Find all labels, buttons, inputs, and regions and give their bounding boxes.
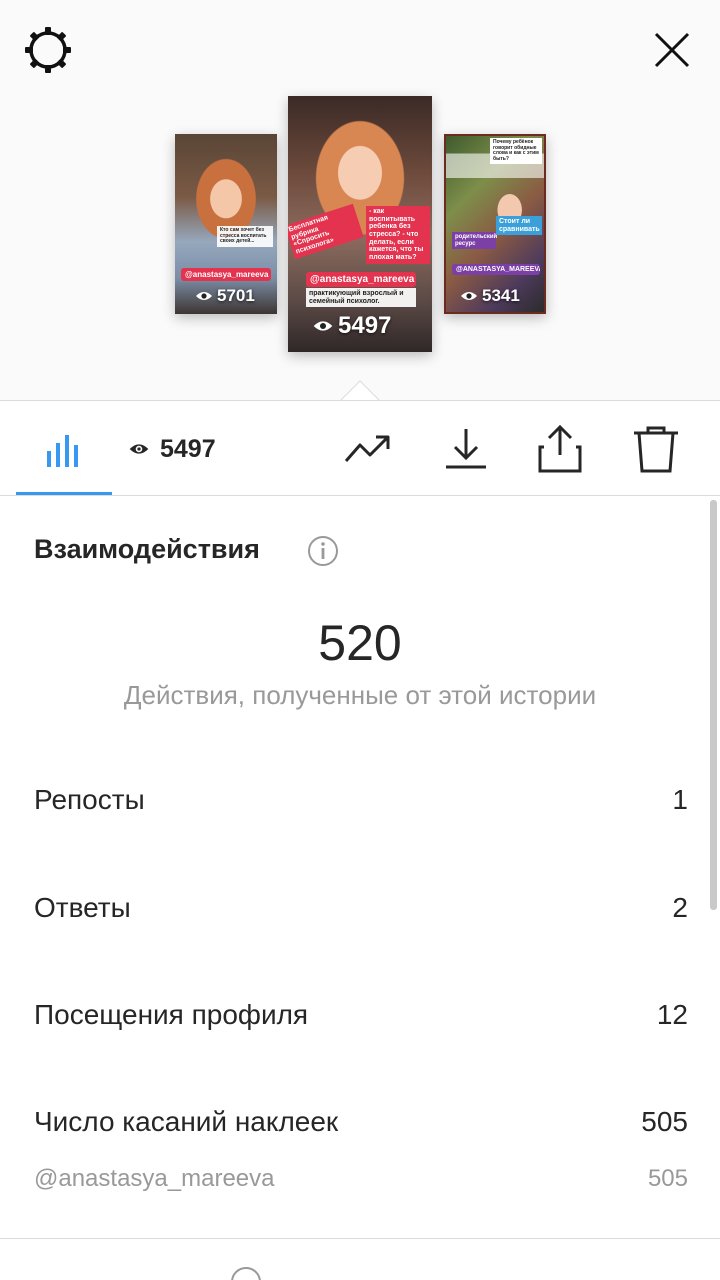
stat-value: 505 bbox=[641, 1106, 688, 1137]
story-handle-tag: @ANASTASYA_MAREEVA bbox=[452, 264, 540, 275]
stat-label: Посещения профиля bbox=[34, 999, 309, 1030]
interactions-caption: Действия, полученные от этой истории bbox=[123, 680, 597, 710]
scrollbar[interactable] bbox=[710, 500, 717, 910]
interactions-total: 520 bbox=[318, 615, 402, 671]
selected-story-pointer bbox=[340, 380, 380, 402]
share-button[interactable] bbox=[534, 423, 586, 475]
settings-button[interactable] bbox=[22, 24, 74, 76]
stat-sub-label: @anastasya_mareeva bbox=[34, 1165, 275, 1192]
stat-subrow-mention: @anastasya_mareeva 505 bbox=[34, 1161, 688, 1197]
story-questions-sticker: - как воспитывать ребенка без стресса? -… bbox=[366, 206, 430, 264]
story-thumbnail-3[interactable]: Почему ребёнок говорит обидные слова и к… bbox=[444, 134, 546, 314]
info-icon bbox=[308, 536, 338, 566]
eye-icon bbox=[129, 444, 149, 454]
story-headline: Почему ребёнок говорит обидные слова и к… bbox=[490, 138, 542, 164]
stat-value: 1 bbox=[672, 784, 688, 815]
story-rubric-sticker: Бесплатная рубрика «Спросить психолога» bbox=[288, 203, 364, 260]
stat-label: Ответы bbox=[34, 892, 131, 923]
bar-chart-icon bbox=[47, 435, 78, 467]
story-views: 5341 bbox=[460, 286, 520, 306]
story-handle-tag: @anastasya_mareeva bbox=[306, 272, 416, 287]
story-handle-tag: @anastasya_mareeva bbox=[181, 268, 271, 281]
promote-button[interactable] bbox=[342, 423, 394, 475]
story-insights-screen: Кто сам хочет без стресса воспитать свои… bbox=[0, 0, 720, 1280]
share-icon bbox=[538, 424, 582, 473]
story-resource-label: родительский ресурс bbox=[452, 232, 497, 250]
stat-sub-value: 505 bbox=[647, 1165, 688, 1192]
stat-label: Число касаний наклеек bbox=[34, 1106, 339, 1137]
story-thumbnail-2-selected[interactable]: Бесплатная рубрика «Спросить психолога» … bbox=[288, 96, 432, 352]
info-button[interactable] bbox=[307, 535, 339, 567]
eye-icon bbox=[461, 292, 477, 300]
active-tab-indicator bbox=[16, 492, 112, 495]
trash-icon bbox=[634, 426, 678, 473]
story-worth-label: Стоит ли сравнивать bbox=[496, 216, 542, 236]
delete-button[interactable] bbox=[630, 423, 682, 475]
eye-icon bbox=[313, 321, 333, 331]
stat-row-reposts: Репосты 1 bbox=[34, 780, 688, 820]
tab-insights[interactable] bbox=[16, 401, 112, 495]
download-icon bbox=[446, 429, 486, 469]
info-icon bbox=[231, 1267, 261, 1280]
section-title: Взаимодействия bbox=[34, 534, 260, 564]
eye-icon bbox=[196, 292, 212, 300]
story-subtitle: практикующий взрослый и семейный психоло… bbox=[306, 288, 416, 308]
story-views-count: 5497 bbox=[338, 312, 392, 339]
stat-row-sticker-taps: Число касаний наклеек 505 bbox=[34, 1102, 688, 1142]
stat-value: 2 bbox=[672, 892, 688, 923]
story-views: 5701 bbox=[195, 286, 255, 306]
story-views: 5497 bbox=[312, 312, 391, 340]
stat-label: Репосты bbox=[34, 784, 145, 815]
story-carousel-area: Кто сам хочет без стресса воспитать свои… bbox=[0, 0, 720, 402]
story-thumbnail-1[interactable]: Кто сам хочет без стресса воспитать свои… bbox=[175, 134, 277, 314]
stat-row-profile-visits: Посещения профиля 12 bbox=[34, 995, 688, 1035]
story-views-count: 5701 bbox=[217, 286, 255, 305]
total-views-count: 5497 bbox=[160, 434, 216, 463]
insights-panel: Взаимодействия 520 Действия, полученные … bbox=[0, 496, 720, 1280]
trending-up-icon bbox=[344, 435, 390, 462]
close-icon bbox=[654, 32, 690, 68]
settings-gear-icon bbox=[25, 27, 71, 73]
stat-row-replies: Ответы 2 bbox=[34, 888, 688, 928]
close-button[interactable] bbox=[648, 26, 696, 74]
total-views: 5497 bbox=[128, 431, 216, 467]
section-divider bbox=[0, 1238, 720, 1239]
download-button[interactable] bbox=[440, 423, 492, 475]
story-caption-text: Кто сам хочет без стресса воспитать свои… bbox=[217, 226, 273, 247]
story-toolbar: 5497 bbox=[0, 400, 720, 496]
stat-value: 12 bbox=[656, 999, 688, 1030]
story-views-count: 5341 bbox=[482, 286, 520, 305]
